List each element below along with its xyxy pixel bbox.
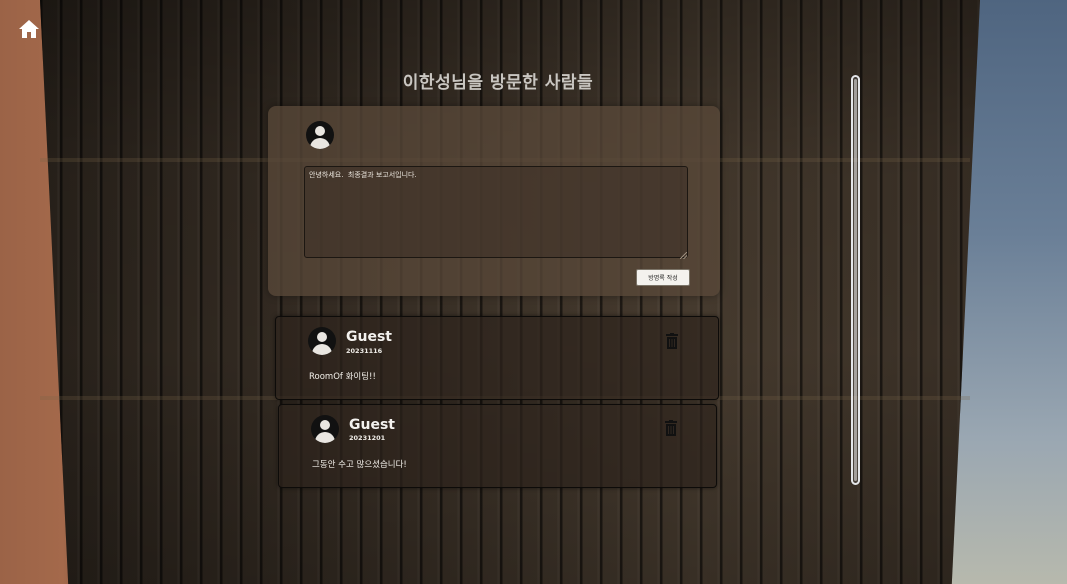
- textarea-resize-handle[interactable]: [680, 252, 687, 259]
- user-avatar-icon: [306, 121, 334, 149]
- entry-author: Guest: [349, 417, 395, 433]
- page-title: 이한성님을 방문한 사람들: [402, 73, 594, 93]
- trash-icon: [665, 420, 677, 436]
- entry-message: RoomOf 화이팅!!: [309, 372, 376, 382]
- delete-entry-button[interactable]: [665, 420, 677, 436]
- home-button[interactable]: [18, 18, 40, 40]
- user-avatar-icon: [308, 327, 336, 355]
- entry-date: 20231201: [349, 434, 386, 442]
- submit-guestbook-button[interactable]: 방명록 작성: [636, 269, 690, 286]
- home-icon: [19, 20, 39, 38]
- guestbook-entry: Guest 20231201 그동안 수고 많으셨습니다!: [278, 404, 717, 488]
- scrollbar-thumb[interactable]: [854, 79, 857, 481]
- guestbook-message-input[interactable]: [304, 166, 688, 258]
- entry-date: 20231116: [346, 347, 383, 355]
- guestbook-entry: Guest 20231116 RoomOf 화이팅!!: [275, 316, 719, 400]
- trash-icon: [666, 333, 678, 349]
- vertical-scrollbar[interactable]: [851, 75, 860, 485]
- guestbook-compose-panel: 방명록 작성: [268, 106, 720, 296]
- entry-message: 그동안 수고 많으셨습니다!: [312, 460, 407, 470]
- delete-entry-button[interactable]: [666, 333, 678, 349]
- user-avatar-icon: [311, 415, 339, 443]
- entry-author: Guest: [346, 329, 392, 345]
